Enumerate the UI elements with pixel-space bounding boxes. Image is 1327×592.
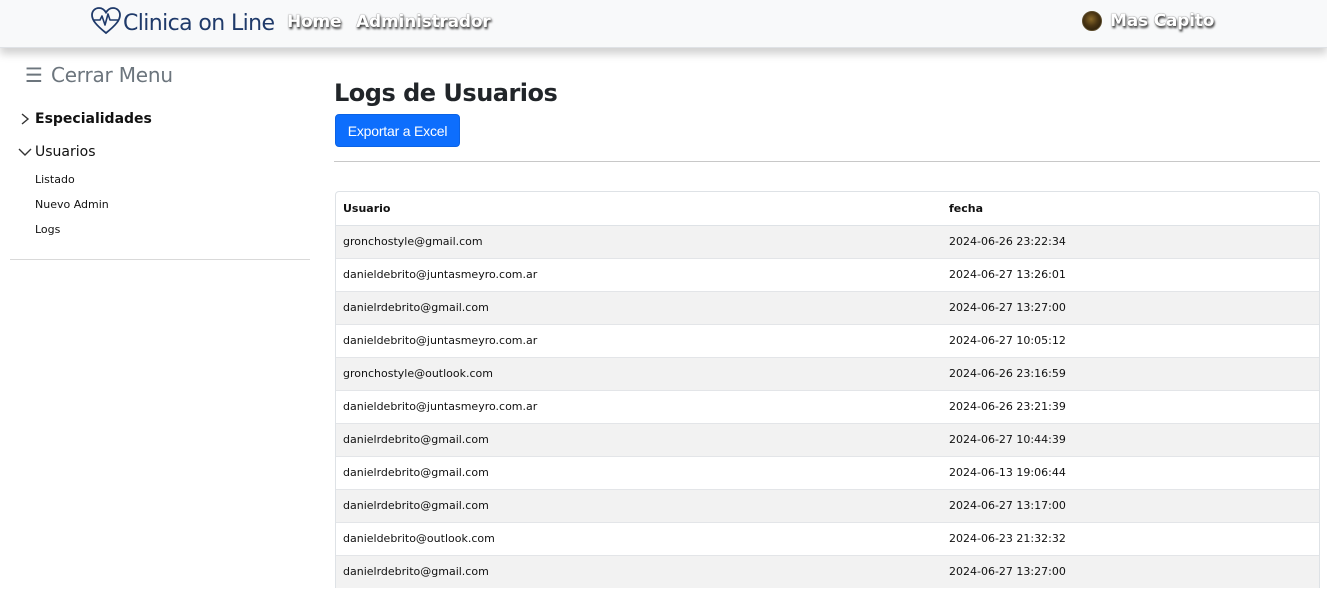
cell-fecha: 2024-06-23 21:32:32 — [942, 521, 1319, 555]
column-header-usuario: Usuario — [336, 192, 942, 226]
close-menu-label: Cerrar Menu — [50, 63, 173, 87]
table-row: danielrdebrito@gmail.com 2024-06-27 13:27… — [336, 554, 1319, 588]
heart-pulse-icon — [90, 6, 122, 40]
sidebar-subitem-nuevo-admin[interactable]: Nuevo Admin — [35, 198, 109, 211]
sidebar-item-label: Especialidades — [35, 111, 152, 127]
cell-usuario: gronchostyle@outlook.com — [336, 356, 942, 390]
table-row: danieldebrito@juntasmeyro.com.ar 2024-06-… — [336, 323, 1319, 357]
sidebar-item-label: Usuarios — [35, 144, 96, 160]
cell-usuario: danieldebrito@outlook.com — [336, 521, 942, 555]
brand-logo-link[interactable]: Clinica on Line — [90, 6, 275, 40]
chevron-right-icon — [18, 112, 32, 126]
avatar — [1082, 11, 1102, 31]
brand-name: Clinica on Line — [123, 10, 275, 36]
cell-fecha: 2024-06-27 13:27:00 — [942, 290, 1319, 324]
table-row: danielrdebrito@gmail.com 2024-06-27 13:27… — [336, 290, 1319, 324]
table-row: danielrdebrito@gmail.com 2024-06-27 10:44… — [336, 422, 1319, 456]
logs-table-container: Usuario fecha gronchostyle@gmail.com 2024… — [335, 191, 1320, 588]
close-menu-button[interactable]: ☰ Cerrar Menu — [25, 63, 173, 87]
cell-usuario: danieldebrito@juntasmeyro.com.ar — [336, 323, 942, 357]
table-row: danielrdebrito@gmail.com 2024-06-13 19:06… — [336, 455, 1319, 489]
cell-usuario: danielrdebrito@gmail.com — [336, 488, 942, 522]
table-row: gronchostyle@gmail.com 2024-06-26 23:22:3… — [336, 224, 1319, 258]
hamburger-icon: ☰ — [25, 63, 43, 87]
sidebar-divider — [10, 259, 310, 260]
table-header-row: Usuario fecha — [336, 192, 1319, 226]
nav-administrador-link[interactable]: Administrador — [356, 12, 491, 32]
export-excel-button[interactable]: Exportar a Excel — [335, 114, 460, 147]
user-name: Mas Capito — [1110, 11, 1215, 31]
cell-usuario: danieldebrito@juntasmeyro.com.ar — [336, 257, 942, 291]
cell-usuario: gronchostyle@gmail.com — [336, 224, 942, 258]
table-row: danieldebrito@outlook.com 2024-06-23 21:3… — [336, 521, 1319, 555]
column-header-fecha: fecha — [942, 192, 1319, 226]
logs-table: Usuario fecha gronchostyle@gmail.com 2024… — [336, 192, 1319, 588]
cell-usuario: danieldebrito@juntasmeyro.com.ar — [336, 389, 942, 423]
cell-usuario: danielrdebrito@gmail.com — [336, 422, 942, 456]
sidebar-item-usuarios[interactable]: Usuarios — [18, 144, 96, 160]
cell-fecha: 2024-06-26 23:21:39 — [942, 389, 1319, 423]
cell-fecha: 2024-06-26 23:22:34 — [942, 224, 1319, 258]
cell-fecha: 2024-06-26 23:16:59 — [942, 356, 1319, 390]
chevron-down-icon — [18, 145, 32, 159]
top-navbar: Clinica on Line Home Administrador Mas C… — [0, 0, 1327, 48]
cell-fecha: 2024-06-27 13:26:01 — [942, 257, 1319, 291]
cell-fecha: 2024-06-27 13:17:00 — [942, 488, 1319, 522]
table-row: danieldebrito@juntasmeyro.com.ar 2024-06-… — [336, 257, 1319, 291]
cell-fecha: 2024-06-27 10:05:12 — [942, 323, 1319, 357]
cell-usuario: danielrdebrito@gmail.com — [336, 455, 942, 489]
cell-usuario: danielrdebrito@gmail.com — [336, 290, 942, 324]
sidebar-item-especialidades[interactable]: Especialidades — [18, 111, 152, 127]
sidebar: ☰ Cerrar Menu Especialidades Usuarios Li… — [0, 49, 318, 592]
cell-usuario: danielrdebrito@gmail.com — [336, 554, 942, 588]
sidebar-subitem-listado[interactable]: Listado — [35, 173, 75, 186]
table-row: danielrdebrito@gmail.com 2024-06-27 13:17… — [336, 488, 1319, 522]
content-divider — [334, 161, 1320, 162]
cell-fecha: 2024-06-27 10:44:39 — [942, 422, 1319, 456]
cell-fecha: 2024-06-27 13:27:00 — [942, 554, 1319, 588]
table-body: gronchostyle@gmail.com 2024-06-26 23:22:3… — [336, 224, 1319, 588]
cell-fecha: 2024-06-13 19:06:44 — [942, 455, 1319, 489]
nav-home-link[interactable]: Home — [287, 12, 342, 32]
table-row: danieldebrito@juntasmeyro.com.ar 2024-06-… — [336, 389, 1319, 423]
page-title: Logs de Usuarios — [334, 79, 558, 107]
user-menu[interactable]: Mas Capito — [1082, 11, 1214, 31]
sidebar-subitem-logs[interactable]: Logs — [35, 223, 60, 236]
table-row: gronchostyle@outlook.com 2024-06-26 23:16… — [336, 356, 1319, 390]
